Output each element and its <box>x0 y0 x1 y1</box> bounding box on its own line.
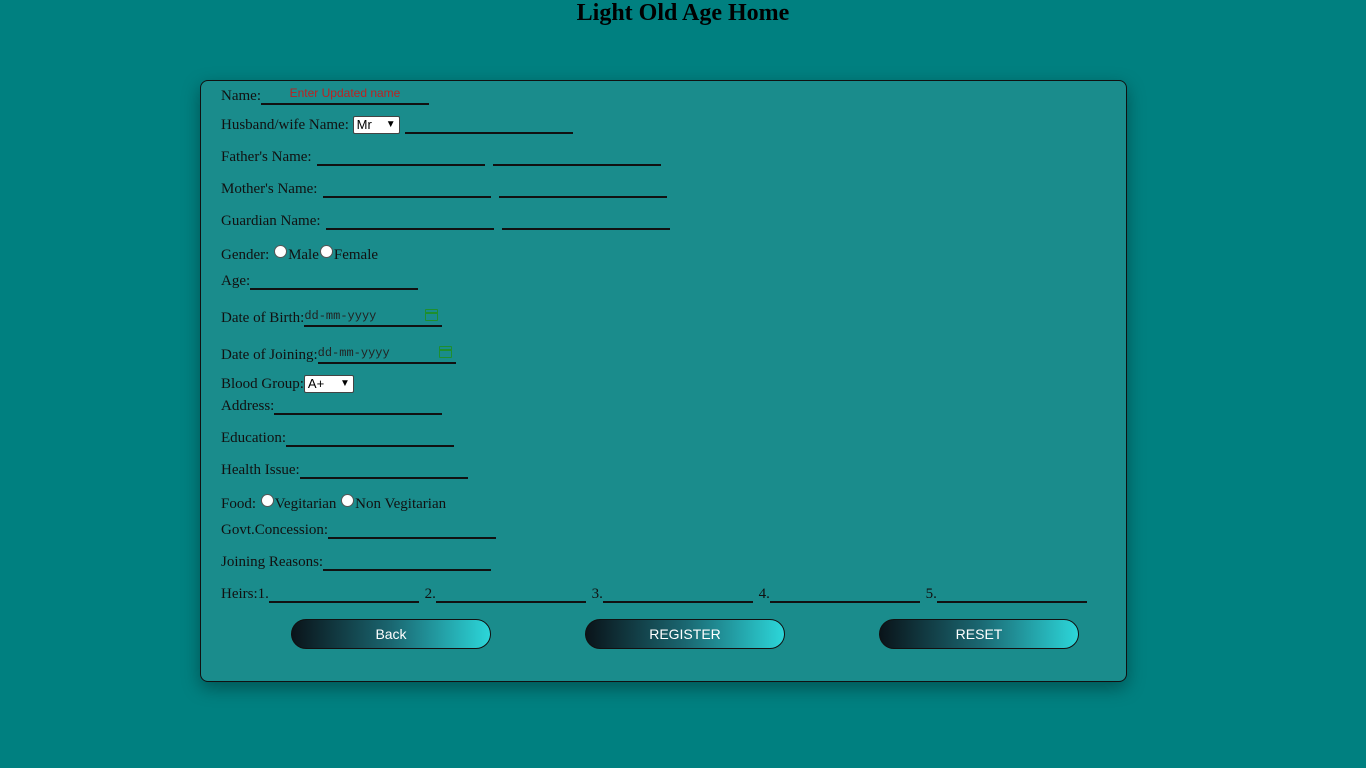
name-input[interactable]: Enter Updated name <box>260 85 429 105</box>
food-veg-label: Vegitarian <box>274 496 337 512</box>
blood-group-row: Blood Group: A+ ▼ <box>221 375 354 393</box>
education-row: Education: <box>221 429 456 447</box>
mother-label: Mother's Name: <box>221 181 318 197</box>
concession-row: Govt.Concession: <box>221 521 498 539</box>
guardian-first-name-input[interactable] <box>326 212 495 230</box>
name-label: Name: <box>221 88 261 104</box>
doj-placeholder: dd-mm-yyyy <box>317 346 390 360</box>
health-row: Health Issue: <box>221 461 470 479</box>
heir-2-number: 2. <box>424 586 436 602</box>
age-label: Age: <box>221 273 251 289</box>
food-nonveg-radio[interactable] <box>341 494 355 507</box>
health-label: Health Issue: <box>221 462 300 478</box>
heir-4-input[interactable] <box>769 585 920 603</box>
heir-5-number: 5. <box>925 586 937 602</box>
gender-male-radio[interactable] <box>274 245 288 258</box>
food-veg-radio[interactable] <box>260 494 274 507</box>
register-button[interactable]: REGISTER <box>585 619 785 649</box>
education-input[interactable] <box>285 429 454 447</box>
guardian-last-name-input[interactable] <box>502 212 671 230</box>
dob-label: Date of Birth: <box>221 310 305 326</box>
food-nonveg-label: Non Vegitarian <box>355 496 447 512</box>
spouse-row: Husband/wife Name: Mr ▼ <box>221 116 575 134</box>
father-row: Father's Name: <box>221 148 663 166</box>
age-row: Age: <box>221 272 420 290</box>
dob-placeholder: dd-mm-yyyy <box>304 309 377 323</box>
father-last-name-input[interactable] <box>493 148 662 166</box>
doj-input[interactable]: dd-mm-yyyy <box>317 344 456 364</box>
reasons-input[interactable] <box>323 553 492 571</box>
concession-input[interactable] <box>328 521 497 539</box>
food-label: Food: <box>221 496 257 512</box>
father-label: Father's Name: <box>221 149 312 165</box>
guardian-row: Guardian Name: <box>221 212 672 230</box>
reset-button[interactable]: RESET <box>879 619 1079 649</box>
address-input[interactable] <box>274 397 443 415</box>
mother-row: Mother's Name: <box>221 180 669 198</box>
heir-5-input[interactable] <box>936 585 1087 603</box>
age-input[interactable] <box>250 272 419 290</box>
gender-label: Gender: <box>221 247 270 263</box>
chevron-down-icon: ▼ <box>340 378 350 389</box>
blood-group-value: A+ <box>307 376 325 391</box>
calendar-icon[interactable] <box>438 346 452 358</box>
education-label: Education: <box>221 430 286 446</box>
heirs-row: Heirs:1. 2. 3. 4. 5. <box>221 585 1089 603</box>
heir-2-input[interactable] <box>435 585 586 603</box>
heirs-label: Heirs: <box>221 586 258 602</box>
mother-first-name-input[interactable] <box>323 180 492 198</box>
blood-group-select[interactable]: A+ ▼ <box>303 375 354 393</box>
concession-label: Govt.Concession: <box>221 522 329 538</box>
address-label: Address: <box>221 398 275 414</box>
heir-1-number: 1. <box>257 586 269 602</box>
registration-form: Name: Enter Updated name Husband/wife Nam… <box>200 80 1127 682</box>
food-row: Food: Vegitarian Non Vegitarian <box>221 494 446 513</box>
father-first-name-input[interactable] <box>317 148 486 166</box>
gender-female-label: Female <box>333 247 379 263</box>
page-title: Light Old Age Home <box>576 0 790 26</box>
health-input[interactable] <box>299 461 468 479</box>
chevron-down-icon: ▼ <box>385 119 396 130</box>
dob-row: Date of Birth:dd-mm-yyyy <box>221 307 443 327</box>
name-row: Name: Enter Updated name <box>221 85 429 105</box>
reasons-row: Joining Reasons: <box>221 553 493 571</box>
address-row: Address: <box>221 397 444 415</box>
heir-1-input[interactable] <box>268 585 419 603</box>
dob-input[interactable]: dd-mm-yyyy <box>304 307 443 327</box>
spouse-name-input[interactable] <box>405 116 574 134</box>
reasons-label: Joining Reasons: <box>221 554 324 570</box>
heir-3-input[interactable] <box>602 585 753 603</box>
spouse-title-value: Mr <box>356 117 372 132</box>
spouse-label: Husband/wife Name: <box>221 117 349 133</box>
heir-4-number: 4. <box>758 586 770 602</box>
gender-row: Gender: Male Female <box>221 245 378 264</box>
doj-row: Date of Joining:dd-mm-yyyy <box>221 344 456 364</box>
guardian-label: Guardian Name: <box>221 213 321 229</box>
gender-female-radio[interactable] <box>319 245 333 258</box>
heir-3-number: 3. <box>591 586 603 602</box>
spouse-title-select[interactable]: Mr ▼ <box>352 116 400 134</box>
gender-male-label: Male <box>288 247 319 263</box>
mother-last-name-input[interactable] <box>498 180 667 198</box>
blood-group-label: Blood Group: <box>221 376 304 392</box>
calendar-icon[interactable] <box>425 309 439 321</box>
doj-label: Date of Joining: <box>221 347 318 363</box>
back-button[interactable]: Back <box>291 619 491 649</box>
